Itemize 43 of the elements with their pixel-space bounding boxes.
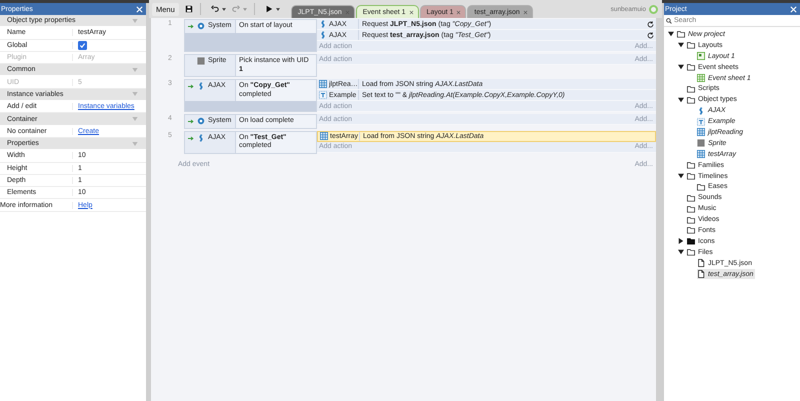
- expand-arrow-icon[interactable]: [678, 249, 684, 256]
- close-icon[interactable]: [456, 10, 462, 14]
- arrow-icon: [188, 84, 194, 89]
- grid-icon: [319, 80, 327, 88]
- caret-icon[interactable]: [276, 8, 280, 10]
- grid-icon: [320, 132, 328, 140]
- refresh-icon: [647, 32, 654, 38]
- gear-icon: [197, 117, 205, 125]
- undo-icon[interactable]: [210, 5, 219, 13]
- expand-arrow-icon[interactable]: [678, 64, 684, 70]
- file-icon: [697, 259, 705, 268]
- curve-icon: [697, 106, 705, 115]
- arrow-icon: [188, 136, 194, 140]
- layout-icon: [697, 52, 705, 60]
- expand-arrow-icon[interactable]: [678, 173, 684, 180]
- play-icon[interactable]: [264, 5, 273, 13]
- expand-arrow-icon[interactable]: [668, 31, 674, 38]
- gear-icon: [197, 22, 205, 30]
- expand-arrow-icon[interactable]: [678, 96, 684, 103]
- close-icon[interactable]: [522, 10, 528, 14]
- text-icon: [697, 118, 705, 126]
- caret-icon[interactable]: [222, 8, 226, 10]
- text-icon: [319, 91, 327, 99]
- grid-icon: [697, 128, 705, 136]
- sheet-icon: [697, 74, 705, 82]
- file-icon: [697, 270, 705, 278]
- refresh-icon: [647, 20, 654, 28]
- square-icon: [197, 57, 205, 65]
- curve-icon: [319, 20, 327, 28]
- search-icon: [666, 18, 672, 24]
- curve-icon: [197, 134, 205, 142]
- square-icon: [697, 139, 705, 148]
- curve-icon: [197, 82, 205, 90]
- save-icon[interactable]: [184, 5, 193, 13]
- grid-icon: [697, 150, 705, 158]
- folder-icon: [687, 63, 695, 72]
- curve-icon: [319, 31, 327, 39]
- expand-arrow-icon[interactable]: [678, 42, 684, 48]
- expand-arrow-icon[interactable]: [678, 238, 684, 244]
- close-icon[interactable]: [408, 10, 414, 14]
- checkbox[interactable]: [78, 40, 87, 50]
- arrow-icon: [188, 119, 194, 124]
- arrow-icon: [188, 24, 194, 29]
